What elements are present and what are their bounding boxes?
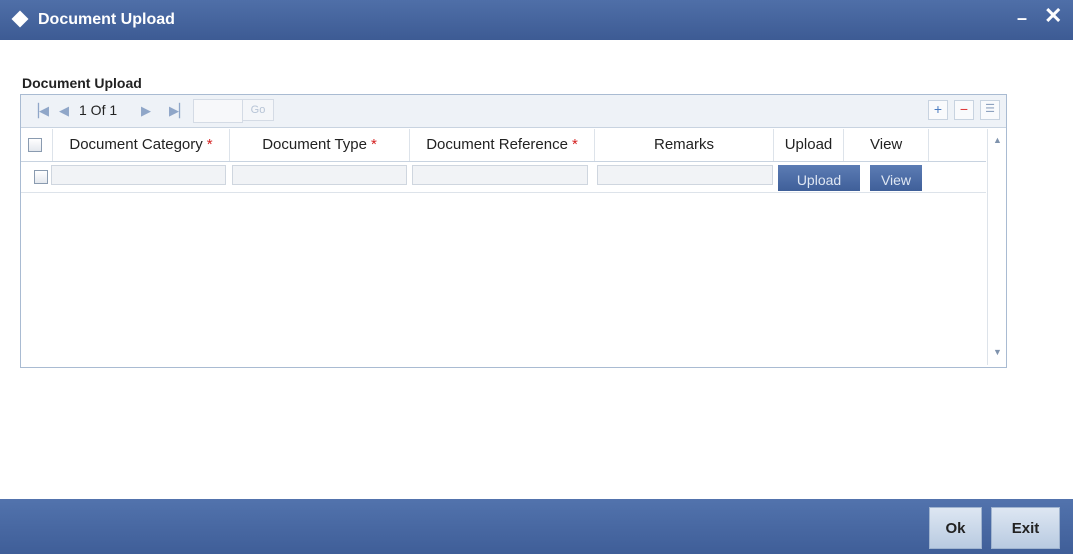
- scroll-down-icon[interactable]: ▼: [993, 347, 1002, 357]
- remarks-input[interactable]: [597, 165, 773, 185]
- page-number-input[interactable]: [193, 99, 243, 123]
- minus-icon[interactable]: −: [954, 100, 974, 120]
- required-marker: *: [206, 136, 213, 153]
- last-page-icon[interactable]: ▶▏: [169, 103, 189, 119]
- column-label: Document Category: [69, 136, 203, 153]
- document-type-input[interactable]: [232, 165, 407, 185]
- vertical-scrollbar[interactable]: ▲ ▼: [987, 129, 1006, 365]
- column-header-document-type[interactable]: Document Type *: [230, 129, 410, 161]
- first-page-icon[interactable]: ▕◀: [29, 103, 49, 119]
- row-select-checkbox[interactable]: [34, 170, 48, 184]
- required-marker: *: [370, 136, 377, 153]
- table-row: Upload View: [21, 162, 986, 193]
- plus-icon[interactable]: +: [928, 100, 948, 120]
- document-grid: ▕◀ ◀ 1 Of 1 ▶ ▶▏ Go + − ☰ Document Categ…: [20, 94, 1007, 368]
- previous-page-icon[interactable]: ◀: [59, 103, 69, 119]
- footer-bar: Ok Exit: [0, 499, 1073, 554]
- document-category-input[interactable]: [51, 165, 226, 185]
- upload-button[interactable]: Upload: [778, 165, 860, 191]
- required-marker: *: [571, 136, 578, 153]
- document-reference-input[interactable]: [412, 165, 588, 185]
- window-title: Document Upload: [38, 11, 175, 28]
- column-header-upload[interactable]: Upload: [774, 129, 844, 161]
- grid-pager: ▕◀ ◀ 1 Of 1 ▶ ▶▏ Go + − ☰: [21, 95, 1006, 128]
- column-header-document-reference[interactable]: Document Reference *: [410, 129, 595, 161]
- select-all-cell: [21, 129, 53, 161]
- section-heading: Document Upload: [22, 75, 142, 91]
- column-label: Remarks: [653, 136, 714, 153]
- column-header-remarks[interactable]: Remarks: [595, 129, 774, 161]
- go-button[interactable]: Go: [242, 99, 274, 121]
- select-all-checkbox[interactable]: [28, 138, 42, 152]
- column-header-document-category[interactable]: Document Category *: [53, 129, 230, 161]
- view-button[interactable]: View: [870, 165, 922, 191]
- app-diamond-icon: [11, 10, 29, 28]
- exit-button[interactable]: Exit: [991, 507, 1060, 549]
- column-header-view[interactable]: View: [844, 129, 929, 161]
- list-icon[interactable]: ☰: [980, 100, 1000, 120]
- document-upload-window: Document Upload – ✕ Document Upload ▕◀ ◀…: [0, 0, 1073, 554]
- page-info: 1 Of 1: [79, 102, 118, 118]
- close-button[interactable]: ✕: [1044, 3, 1062, 29]
- column-label: Document Type: [262, 136, 367, 153]
- table-header: Document Category * Document Type * Docume…: [21, 129, 986, 162]
- title-bar: Document Upload – ✕: [0, 0, 1073, 40]
- ok-button[interactable]: Ok: [929, 507, 982, 549]
- column-label: Document Reference: [426, 136, 568, 153]
- minimize-button[interactable]: –: [1017, 8, 1027, 29]
- column-label: Upload: [784, 136, 833, 153]
- next-page-icon[interactable]: ▶: [141, 103, 151, 119]
- column-label: View: [870, 136, 903, 153]
- scroll-up-icon[interactable]: ▲: [993, 135, 1002, 145]
